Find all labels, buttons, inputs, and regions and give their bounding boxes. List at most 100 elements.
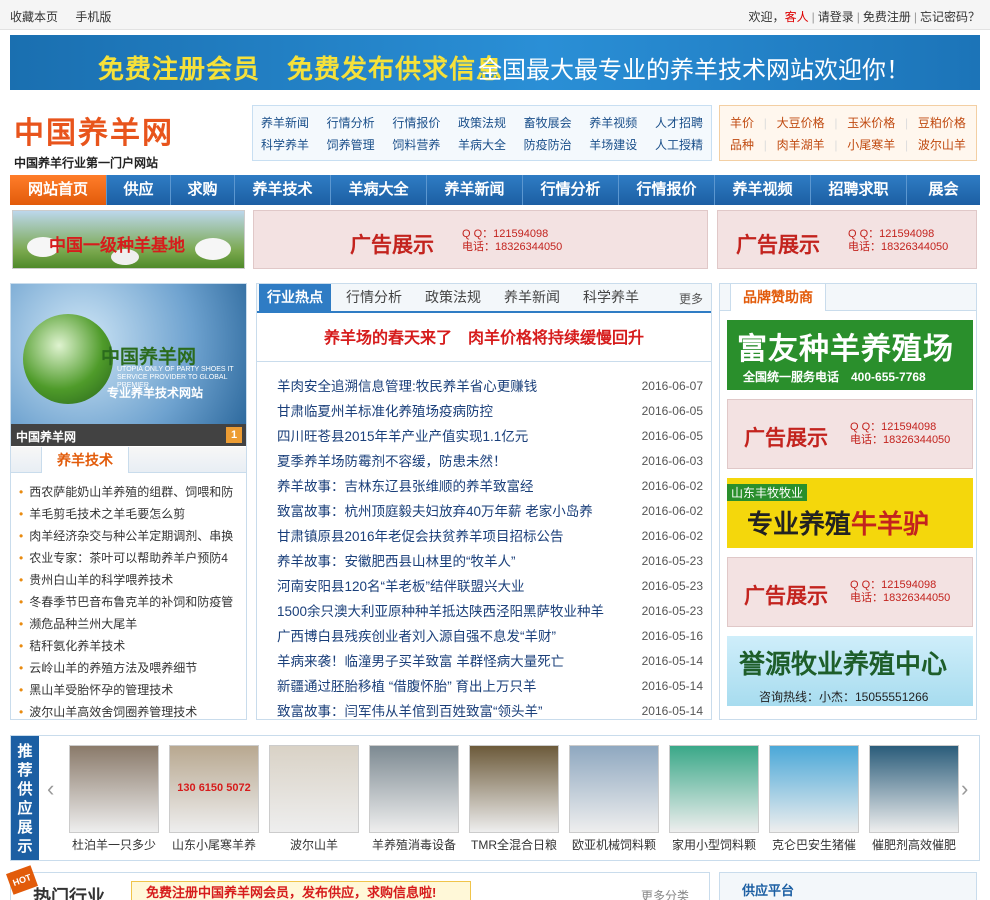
product-caption[interactable]: TMR全混合日粮 xyxy=(469,836,559,853)
list-item[interactable]: 黑山羊受胎怀孕的管理技术 xyxy=(19,679,241,701)
tab-hot[interactable]: 行业热点 xyxy=(259,284,331,311)
register-link[interactable]: 免费注册 xyxy=(863,10,911,24)
product-image[interactable] xyxy=(369,745,459,833)
news-item[interactable]: 致富故事：杭州顶庭毅夫妇放弃40万年薪 老家小岛养 2016-06-02 xyxy=(277,499,703,524)
list-item[interactable]: 波尔山羊高效舍饲圈养管理技术 xyxy=(19,701,241,723)
forgot-password-link[interactable]: 忘记密码？ xyxy=(920,10,980,24)
price-link[interactable]: 波尔山羊 xyxy=(918,134,966,156)
product-caption[interactable]: 波尔山羊 xyxy=(269,836,359,853)
rec-item[interactable]: 130 6150 5072 山东小尾寒羊养 xyxy=(169,745,259,853)
product-image[interactable] xyxy=(869,745,959,833)
news-title[interactable]: 四川旺苍县2015年羊产业产值实现1.1亿元 xyxy=(277,424,627,449)
quicklink[interactable]: 科学养羊 xyxy=(261,134,309,156)
list-item[interactable]: 贵州白山羊的科学喂养技术 xyxy=(19,569,241,591)
news-title[interactable]: 广西博白县残疾创业者刘入源自强不息发“羊财” xyxy=(277,624,627,649)
nav-tech[interactable]: 养羊技术 xyxy=(235,175,331,205)
shandong-ad[interactable]: 山东丰牧牧业 专业养殖牛羊驴 xyxy=(727,478,973,548)
news-item[interactable]: 新疆通过胚胎移植 “借腹怀胎” 育出上万只羊 2016-05-14 xyxy=(277,674,703,699)
price-link[interactable]: 大豆价格 xyxy=(777,112,825,134)
price-link[interactable]: 豆粕价格 xyxy=(918,112,966,134)
news-item[interactable]: 夏季养羊场防霉剂不容缓，防患未然！ 2016-06-03 xyxy=(277,449,703,474)
yuyuan-ad[interactable]: 誉源牧业养殖中心 咨询热线：小杰：15055551266 xyxy=(727,636,973,706)
site-logo[interactable]: 中国养羊网 中国养羊行业第一门户网站 xyxy=(14,108,174,171)
news-item[interactable]: 养羊故事：安徽肥西县山林里的“牧羊人” 2016-05-23 xyxy=(277,549,703,574)
product-image[interactable] xyxy=(669,745,759,833)
quicklink[interactable]: 畜牧展会 xyxy=(524,112,572,134)
news-title[interactable]: 甘肃镇原县2016年老促会扶贫养羊项目招标公告 xyxy=(277,524,627,549)
quicklink[interactable]: 行情报价 xyxy=(392,112,440,134)
list-item[interactable]: 农业专家：茶叶可以帮助养羊户预防4 xyxy=(19,547,241,569)
sheep-base-banner[interactable]: 中国一级种羊基地 xyxy=(12,210,245,269)
news-item[interactable]: 甘肃镇原县2016年老促会扶贫养羊项目招标公告 2016-06-02 xyxy=(277,524,703,549)
news-title[interactable]: 羊肉安全追溯信息管理:牧民养羊省心更赚钱 xyxy=(277,374,627,399)
nav-buy[interactable]: 求购 xyxy=(171,175,235,205)
news-title[interactable]: 致富故事：闫军伟从羊倌到百姓致富“领头羊” xyxy=(277,699,627,724)
news-item[interactable]: 广西博白县残疾创业者刘入源自强不息发“羊财” 2016-05-16 xyxy=(277,624,703,649)
more-categories-link[interactable]: 更多分类 xyxy=(641,887,689,900)
product-caption[interactable]: 克仑巴安生猪催 xyxy=(769,836,859,853)
register-notice[interactable]: 免费注册中国养羊网会员，发布供应，求购信息啦! xyxy=(131,881,471,900)
news-title[interactable]: 甘肃临夏州羊标准化养殖场疫病防控 xyxy=(277,399,627,424)
ad-placeholder[interactable]: 广告展示 Q Q：121594098 电话：18326344050 xyxy=(727,557,973,627)
news-title[interactable]: 夏季养羊场防霉剂不容缓，防患未然！ xyxy=(277,449,627,474)
news-title[interactable]: 养羊故事：安徽肥西县山林里的“牧羊人” xyxy=(277,549,627,574)
supply-platform-title[interactable]: 供应平台 xyxy=(742,880,794,899)
quicklink[interactable]: 饲养管理 xyxy=(327,134,375,156)
quicklink[interactable]: 饲料营养 xyxy=(392,134,440,156)
nav-news[interactable]: 养羊新闻 xyxy=(427,175,523,205)
nav-jobs[interactable]: 招聘求职 xyxy=(811,175,907,205)
price-link[interactable]: 玉米价格 xyxy=(847,112,895,134)
product-image[interactable] xyxy=(769,745,859,833)
news-item[interactable]: 河南安阳县120名“羊老板”结伴联盟兴大业 2016-05-23 xyxy=(277,574,703,599)
list-item[interactable]: 羊毛剪毛技术之羊毛要怎么剪 xyxy=(19,503,241,525)
top-banner[interactable]: 免费注册会员 免费发布供求信息 全国最大最专业的养羊技术网站欢迎你！ xyxy=(10,35,980,90)
news-title[interactable]: 1500余只澳大利亚原种种羊抵达陕西泾阳黑萨牧业种羊 xyxy=(277,599,627,624)
chevron-right-icon[interactable]: › xyxy=(961,776,968,802)
quicklink[interactable]: 人工授精 xyxy=(655,134,703,156)
price-link[interactable]: 肉羊湖羊 xyxy=(777,134,825,156)
featured-slide[interactable]: 中国养羊网 UTOPIA ONLY OF PARTY SHOES IT SERV… xyxy=(11,284,246,424)
quicklink[interactable]: 行情分析 xyxy=(327,112,375,134)
news-title[interactable]: 新疆通过胚胎移植 “借腹怀胎” 育出上万只羊 xyxy=(277,674,627,699)
product-caption[interactable]: 催肥剂高效催肥 xyxy=(869,836,959,853)
quicklink[interactable]: 养羊视频 xyxy=(589,112,637,134)
product-caption[interactable]: 家用小型饲料颗 xyxy=(669,836,759,853)
quicklink[interactable]: 养羊新闻 xyxy=(261,112,309,134)
ad-placeholder-mid[interactable]: 广告展示 Q Q：121594098 电话：18326344050 xyxy=(253,210,708,269)
product-caption[interactable]: 欧亚机械饲料颗 xyxy=(569,836,659,853)
product-image[interactable] xyxy=(469,745,559,833)
rec-item[interactable]: 家用小型饲料颗 xyxy=(669,745,759,853)
headline[interactable]: 养羊场的春天来了 肉羊价格将持续缓慢回升 xyxy=(257,324,711,348)
news-item[interactable]: 1500余只澳大利亚原种种羊抵达陕西泾阳黑萨牧业种羊 2016-05-23 xyxy=(277,599,703,624)
product-caption[interactable]: 杜泊羊一只多少 xyxy=(69,836,159,853)
news-item[interactable]: 致富故事：闫军伟从羊倌到百姓致富“领头羊” 2016-05-14 xyxy=(277,699,703,724)
ad-placeholder-right[interactable]: 广告展示 Q Q：121594098 电话：18326344050 xyxy=(717,210,977,269)
quicklink[interactable]: 政策法规 xyxy=(458,112,506,134)
tab-sponsors[interactable]: 品牌赞助商 xyxy=(730,284,826,311)
quicklink[interactable]: 防疫防治 xyxy=(524,134,572,156)
tab-tech[interactable]: 养羊技术 xyxy=(41,447,129,473)
nav-disease[interactable]: 羊病大全 xyxy=(331,175,427,205)
product-image[interactable] xyxy=(269,745,359,833)
nav-quotes[interactable]: 行情报价 xyxy=(619,175,715,205)
tab-analysis[interactable]: 行情分析 xyxy=(346,284,402,311)
list-item[interactable]: 冬春季节巴音布鲁克羊的补饲和防疫管 xyxy=(19,591,241,613)
news-item[interactable]: 甘肃临夏州羊标准化养殖场疫病防控 2016-06-05 xyxy=(277,399,703,424)
news-title[interactable]: 河南安阳县120名“羊老板”结伴联盟兴大业 xyxy=(277,574,627,599)
list-item[interactable]: 西农萨能奶山羊养殖的组群、饲喂和防 xyxy=(19,481,241,503)
chevron-left-icon[interactable]: ‹ xyxy=(47,776,54,802)
price-link[interactable]: 小尾寒羊 xyxy=(847,134,895,156)
news-title[interactable]: 羊病来袭！临潼男子买羊致富 羊群怪病大量死亡 xyxy=(277,649,627,674)
slide-page-button[interactable]: 1 xyxy=(226,427,242,443)
tab-science[interactable]: 科学养羊 xyxy=(583,284,639,311)
rec-item[interactable]: 克仑巴安生猪催 xyxy=(769,745,859,853)
news-item[interactable]: 养羊故事：吉林东辽县张维顺的养羊致富经 2016-06-02 xyxy=(277,474,703,499)
quicklink[interactable]: 羊病大全 xyxy=(458,134,506,156)
price-link[interactable]: 羊价 xyxy=(730,112,754,134)
rec-item[interactable]: 羊养殖消毒设备 xyxy=(369,745,459,853)
login-link[interactable]: 请登录 xyxy=(818,10,854,24)
rec-item[interactable]: 欧亚机械饲料颗 xyxy=(569,745,659,853)
list-item[interactable]: 秸秆氨化养羊技术 xyxy=(19,635,241,657)
mobile-link[interactable]: 手机版 xyxy=(75,10,111,24)
list-item[interactable]: 云岭山羊的养殖方法及喂养细节 xyxy=(19,657,241,679)
